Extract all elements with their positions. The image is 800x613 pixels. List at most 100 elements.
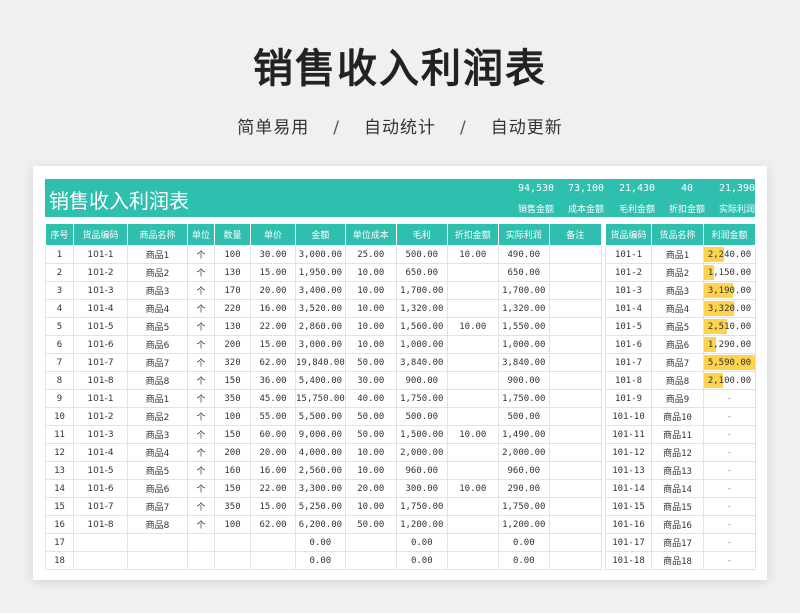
- table-cell[interactable]: 15.00: [250, 497, 296, 516]
- table-cell[interactable]: 商品3: [127, 281, 188, 300]
- table-cell[interactable]: 0.00: [497, 533, 550, 552]
- profit-cell[interactable]: -: [703, 407, 756, 426]
- table-cell[interactable]: 40.00: [344, 389, 397, 408]
- profit-cell[interactable]: 3,320.00: [703, 299, 756, 318]
- table-cell[interactable]: 320: [214, 353, 251, 372]
- table-cell[interactable]: 商品5: [651, 317, 704, 336]
- table-cell[interactable]: [548, 371, 602, 390]
- table-cell[interactable]: [214, 533, 251, 552]
- table-cell[interactable]: 150: [214, 425, 251, 444]
- table-cell[interactable]: 1,560.00: [395, 317, 448, 336]
- table-cell[interactable]: 10.00: [446, 479, 499, 498]
- table-cell[interactable]: 个: [187, 299, 215, 318]
- table-cell[interactable]: 1,200.00: [497, 515, 550, 534]
- profit-cell[interactable]: 3,190.00: [703, 281, 756, 300]
- table-cell[interactable]: 商品10: [651, 407, 704, 426]
- table-cell[interactable]: 商品4: [127, 443, 188, 462]
- table-cell[interactable]: [548, 443, 602, 462]
- table-cell[interactable]: 62.00: [250, 353, 296, 372]
- table-cell[interactable]: 商品6: [127, 479, 188, 498]
- table-cell[interactable]: [548, 317, 602, 336]
- table-cell[interactable]: [250, 551, 296, 570]
- table-cell[interactable]: 650.00: [497, 263, 550, 282]
- table-cell[interactable]: 1,490.00: [497, 425, 550, 444]
- table-cell[interactable]: [548, 281, 602, 300]
- profit-cell[interactable]: -: [703, 389, 756, 408]
- table-cell[interactable]: 2,860.00: [295, 317, 346, 336]
- table-cell[interactable]: 101-6: [73, 335, 128, 354]
- table-cell[interactable]: 1,700.00: [395, 281, 448, 300]
- table-cell[interactable]: 20.00: [344, 479, 397, 498]
- table-cell[interactable]: 3,840.00: [395, 353, 448, 372]
- table-cell[interactable]: 20.00: [250, 281, 296, 300]
- table-cell[interactable]: 16.00: [250, 461, 296, 480]
- table-cell[interactable]: 10.00: [344, 281, 397, 300]
- profit-cell[interactable]: 2,510.00: [703, 317, 756, 336]
- table-cell[interactable]: 900.00: [497, 371, 550, 390]
- profit-cell[interactable]: 2,240.00: [703, 245, 756, 264]
- column-header[interactable]: 毛利: [395, 223, 448, 246]
- table-cell[interactable]: 商品4: [651, 299, 704, 318]
- table-cell[interactable]: [548, 533, 602, 552]
- table-cell[interactable]: 50.00: [344, 515, 397, 534]
- table-cell[interactable]: [548, 515, 602, 534]
- table-cell[interactable]: 14: [45, 479, 74, 498]
- table-cell[interactable]: 10.00: [344, 299, 397, 318]
- table-cell[interactable]: 个: [187, 335, 215, 354]
- table-cell[interactable]: 个: [187, 245, 215, 264]
- table-cell[interactable]: 商品16: [651, 515, 704, 534]
- table-cell[interactable]: 170: [214, 281, 251, 300]
- table-cell[interactable]: 1,320.00: [497, 299, 550, 318]
- table-cell[interactable]: [446, 299, 499, 318]
- profit-cell[interactable]: -: [703, 551, 756, 570]
- column-header[interactable]: 货品编码: [73, 223, 128, 246]
- table-cell[interactable]: 130: [214, 317, 251, 336]
- table-cell[interactable]: 18: [45, 551, 74, 570]
- table-cell[interactable]: 200: [214, 443, 251, 462]
- table-cell[interactable]: [548, 461, 602, 480]
- table-cell[interactable]: 3,520.00: [295, 299, 346, 318]
- table-cell[interactable]: 55.00: [250, 407, 296, 426]
- table-cell[interactable]: 13: [45, 461, 74, 480]
- profit-cell[interactable]: -: [703, 461, 756, 480]
- table-cell[interactable]: 101-1: [73, 245, 128, 264]
- table-cell[interactable]: [187, 551, 215, 570]
- table-cell[interactable]: 30.00: [344, 371, 397, 390]
- table-cell[interactable]: [187, 533, 215, 552]
- table-cell[interactable]: 10.00: [446, 317, 499, 336]
- profit-cell[interactable]: 5,590.00: [703, 353, 756, 372]
- table-cell[interactable]: 101-6: [605, 335, 652, 354]
- profit-cell[interactable]: 1,290.00: [703, 335, 756, 354]
- table-cell[interactable]: 6,200.00: [295, 515, 346, 534]
- profit-cell[interactable]: 2,100.00: [703, 371, 756, 390]
- table-cell[interactable]: [344, 533, 397, 552]
- table-cell[interactable]: 101-9: [605, 389, 652, 408]
- table-cell[interactable]: 5,250.00: [295, 497, 346, 516]
- column-header[interactable]: 货品编码: [605, 223, 652, 246]
- table-cell[interactable]: 2: [45, 263, 74, 282]
- table-cell[interactable]: 商品1: [651, 245, 704, 264]
- table-cell[interactable]: 1,000.00: [497, 335, 550, 354]
- table-cell[interactable]: [214, 551, 251, 570]
- table-cell[interactable]: 5,500.00: [295, 407, 346, 426]
- table-cell[interactable]: [548, 551, 602, 570]
- table-cell[interactable]: 1,500.00: [395, 425, 448, 444]
- table-cell[interactable]: 1: [45, 245, 74, 264]
- column-header[interactable]: 货品名称: [651, 223, 704, 246]
- table-cell[interactable]: 8: [45, 371, 74, 390]
- table-cell[interactable]: [446, 335, 499, 354]
- profit-cell[interactable]: -: [703, 515, 756, 534]
- table-cell[interactable]: [548, 425, 602, 444]
- table-cell[interactable]: 500.00: [497, 407, 550, 426]
- table-cell[interactable]: 101-14: [605, 479, 652, 498]
- table-cell[interactable]: [548, 497, 602, 516]
- table-cell[interactable]: 6: [45, 335, 74, 354]
- table-cell[interactable]: 30.00: [250, 245, 296, 264]
- table-cell[interactable]: 101-13: [605, 461, 652, 480]
- table-cell[interactable]: [446, 371, 499, 390]
- table-cell[interactable]: 3,840.00: [497, 353, 550, 372]
- table-cell[interactable]: [548, 299, 602, 318]
- table-cell[interactable]: 3,400.00: [295, 281, 346, 300]
- table-cell[interactable]: [250, 533, 296, 552]
- table-cell[interactable]: 101-8: [73, 515, 128, 534]
